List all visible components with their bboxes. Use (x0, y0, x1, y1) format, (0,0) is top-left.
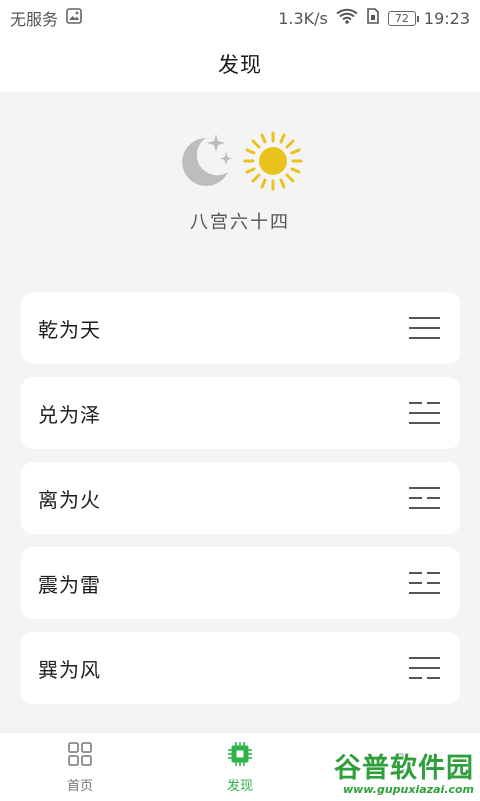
status-right: 1.3K/s 72 19:23 (278, 8, 470, 28)
list-item-label: 乾为天 (38, 317, 101, 342)
hero-banner: 八宫六十四 (0, 130, 480, 250)
list-item-label: 兑为泽 (38, 402, 101, 427)
trigram-broken-line (409, 497, 440, 499)
battery-icon: 72 (387, 10, 419, 26)
trigram-solid-line (409, 317, 440, 319)
list-item-label: 巽为风 (38, 657, 101, 682)
trigram-solid-line (409, 667, 440, 669)
carrier-text: 无服务 (10, 10, 59, 29)
list-item[interactable]: 兑为泽 (21, 377, 460, 449)
trigram-list: 乾为天兑为泽离为火震为雷巽为风 (21, 292, 460, 717)
list-item[interactable]: 离为火 (21, 462, 460, 534)
status-bar: 无服务 1.3K/s 72 19:23 (0, 0, 480, 36)
grid-icon (67, 741, 93, 771)
sun-icon (242, 130, 304, 196)
trigram-icon (409, 317, 440, 339)
sim-icon (366, 8, 380, 28)
nav-label-home: 首页 (66, 778, 93, 794)
trigram-solid-line (409, 657, 440, 659)
trigram-solid-line (409, 507, 440, 509)
header: 发现 (0, 36, 480, 92)
trigram-solid-line (409, 487, 440, 489)
page-title: 发现 (218, 53, 262, 77)
network-speed: 1.3K/s (278, 8, 328, 28)
trigram-icon (409, 402, 440, 424)
list-item[interactable]: 震为雷 (21, 547, 460, 619)
list-item[interactable]: 乾为天 (21, 292, 460, 364)
trigram-solid-line (409, 592, 440, 594)
clock: 19:23 (423, 8, 470, 28)
trigram-broken-line (409, 677, 440, 679)
battery-level: 72 (394, 11, 409, 25)
nav-item-home[interactable]: 首页 (20, 741, 140, 794)
nav-item-discover[interactable]: 发现 (180, 741, 300, 794)
list-item-label: 离为火 (38, 487, 101, 512)
trigram-broken-line (409, 572, 440, 574)
hero-title: 八宫六十四 (190, 212, 290, 233)
watermark-url: www.gupuxiazai.com (343, 782, 474, 796)
hero-icons (176, 130, 304, 196)
watermark-text: 谷普软件园 (334, 752, 474, 784)
moon-stars-icon (176, 130, 238, 196)
status-left: 无服务 (10, 6, 82, 30)
trigram-solid-line (409, 327, 440, 329)
chip-icon (227, 741, 253, 771)
wifi-icon (336, 8, 358, 28)
list-item[interactable]: 巽为风 (21, 632, 460, 704)
nav-label-discover: 发现 (226, 778, 253, 794)
trigram-solid-line (409, 412, 440, 414)
site-watermark: 谷普软件园 www.gupuxiazai.com (324, 752, 474, 798)
trigram-icon (409, 657, 440, 679)
list-item-label: 震为雷 (38, 572, 101, 597)
trigram-solid-line (409, 337, 440, 339)
trigram-icon (409, 487, 440, 509)
trigram-broken-line (409, 402, 440, 404)
trigram-broken-line (409, 582, 440, 584)
trigram-icon (409, 572, 440, 594)
image-notification-icon (66, 8, 82, 28)
trigram-solid-line (409, 422, 440, 424)
